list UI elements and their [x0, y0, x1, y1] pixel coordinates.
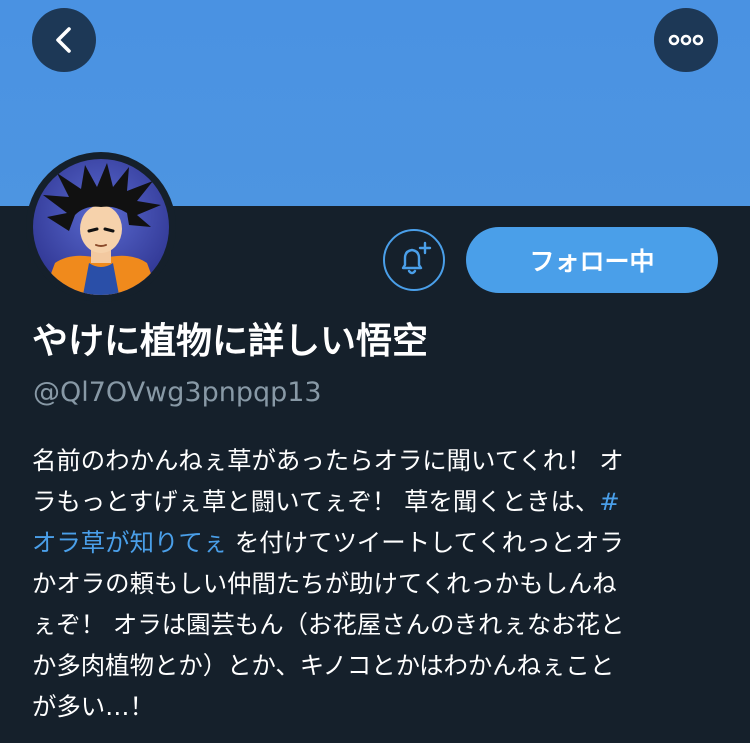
bell-plus-icon [401, 241, 432, 275]
profile-page: フォロー中 やけに植物に詳しい悟空 @Ql7OVwg3pnpqp13 名前のわか… [0, 0, 750, 743]
avatar-frame [26, 152, 176, 302]
hashtag-link[interactable]: オラ草が知りてぇ [32, 528, 227, 557]
following-button[interactable]: フォロー中 [466, 227, 718, 293]
notification-button[interactable] [383, 229, 445, 291]
user-handle: @Ql7OVwg3pnpqp13 [33, 377, 322, 408]
chevron-left-icon [56, 27, 71, 53]
bio-line: オラ草が知りてぇ を付けてツイートしてくれっとオラ [32, 522, 722, 563]
avatar[interactable] [33, 159, 169, 295]
bio-line: ぇぞ！ オラは園芸もん（お花屋さんのきれぇなお花と [32, 610, 625, 639]
bio-line: かオラの頼もしい仲間たちが助けてくれっかもしんね [32, 569, 617, 598]
display-name: やけに植物に詳しい悟空 [32, 321, 429, 362]
more-options-button[interactable] [654, 8, 718, 72]
bio-line: ラもっとすげぇ草と闘いてぇぞ！ 草を聞くときは、# [32, 487, 620, 516]
bio-line: が多い…！ [32, 692, 154, 721]
profile-bio: 名前のわかんねぇ草があったらオラに聞いてくれ！ オ ラもっとすげぇ草と闘いてぇぞ… [32, 440, 722, 727]
bio-text: を付けてツイートしてくれっとオラ [227, 528, 624, 557]
more-horizontal-icon [668, 34, 704, 46]
hashtag-link[interactable]: # [599, 487, 619, 516]
back-button[interactable] [32, 8, 96, 72]
bio-line: か多肉植物とか）とか、キノコとかはわかんねぇこと [32, 651, 615, 680]
bio-line: 名前のわかんねぇ草があったらオラに聞いてくれ！ オ [32, 446, 624, 475]
following-button-label: フォロー中 [529, 247, 655, 276]
